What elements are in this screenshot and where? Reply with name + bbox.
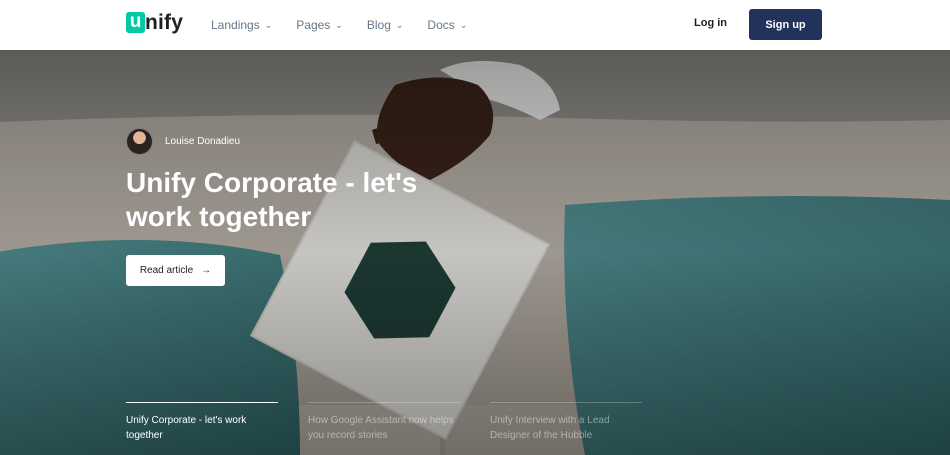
avatar (126, 128, 153, 155)
chevron-down-icon: ⌄ (264, 19, 273, 30)
hero-title: Unify Corporate - let's work together (126, 167, 418, 232)
nav-item-label: Landings (211, 18, 260, 32)
slide-tab-3[interactable]: Unify Interview with a Lead Designer of … (490, 402, 642, 443)
slide-tab-2[interactable]: How Google Assistant now helps you recor… (308, 402, 460, 443)
hero-background-image (0, 50, 950, 455)
nav-item-pages[interactable]: Pages ⌄ (296, 18, 343, 32)
navbar: u nify Landings ⌄ Pages ⌄ Blog ⌄ Docs ⌄ … (0, 0, 950, 50)
nav-item-landings[interactable]: Landings ⌄ (211, 18, 272, 32)
nav-item-blog[interactable]: Blog ⌄ (367, 18, 404, 32)
nav-item-label: Docs (427, 18, 455, 32)
read-article-label: Read article (139, 265, 194, 276)
read-article-button[interactable]: Read article → (126, 255, 225, 286)
nav-item-label: Pages (296, 18, 331, 32)
chevron-down-icon: ⌄ (395, 19, 404, 30)
slide-tab-1[interactable]: Unify Corporate - let's work together (126, 402, 278, 443)
chevron-down-icon: ⌄ (335, 19, 343, 30)
main-nav: Landings ⌄ Pages ⌄ Blog ⌄ Docs ⌄ (211, 0, 491, 50)
logo-mark-icon: u (126, 12, 145, 33)
author[interactable]: Louise Donadieu (126, 128, 240, 155)
logo[interactable]: u nify (126, 12, 183, 33)
author-name: Louise Donadieu (165, 136, 241, 147)
signup-button[interactable]: Sign up (749, 9, 822, 40)
nav-item-docs[interactable]: Docs ⌄ (427, 18, 467, 32)
hero-section: Louise Donadieu Unify Corporate - let's … (0, 50, 950, 455)
nav-item-label: Blog (366, 18, 391, 32)
chevron-down-icon: ⌄ (459, 19, 468, 30)
arrow-right-icon: → (201, 265, 212, 276)
logo-text: nify (145, 11, 184, 34)
slide-navigation: Unify Corporate - let's work together Ho… (126, 402, 826, 443)
login-link[interactable]: Log in (694, 17, 727, 29)
